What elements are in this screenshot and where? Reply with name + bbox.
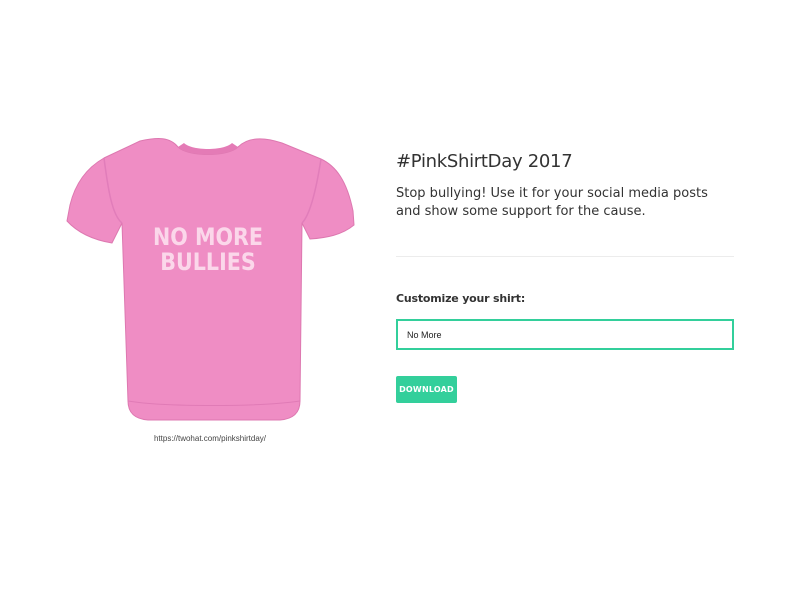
download-button[interactable]: DOWNLOAD <box>396 376 457 403</box>
shirt-preview: NO MORE BULLIES <box>64 133 356 433</box>
shirt-text-input[interactable] <box>396 319 734 350</box>
shirt-slogan-line-1: NO MORE <box>152 223 264 251</box>
page-title: #PinkShirtDay 2017 <box>396 151 573 172</box>
page: NO MORE BULLIES https://twohat.com/pinks… <box>0 0 800 600</box>
customize-label: Customize your shirt: <box>396 292 526 305</box>
image-credit: https://twohat.com/pinkshirtday/ <box>153 434 267 443</box>
section-divider <box>396 256 734 257</box>
shirt-slogan-line-2: BULLIES <box>160 248 256 276</box>
shirt-slogan: NO MORE BULLIES <box>119 225 298 275</box>
tshirt-image <box>66 138 355 421</box>
page-description: Stop bullying! Use it for your social me… <box>396 186 708 219</box>
